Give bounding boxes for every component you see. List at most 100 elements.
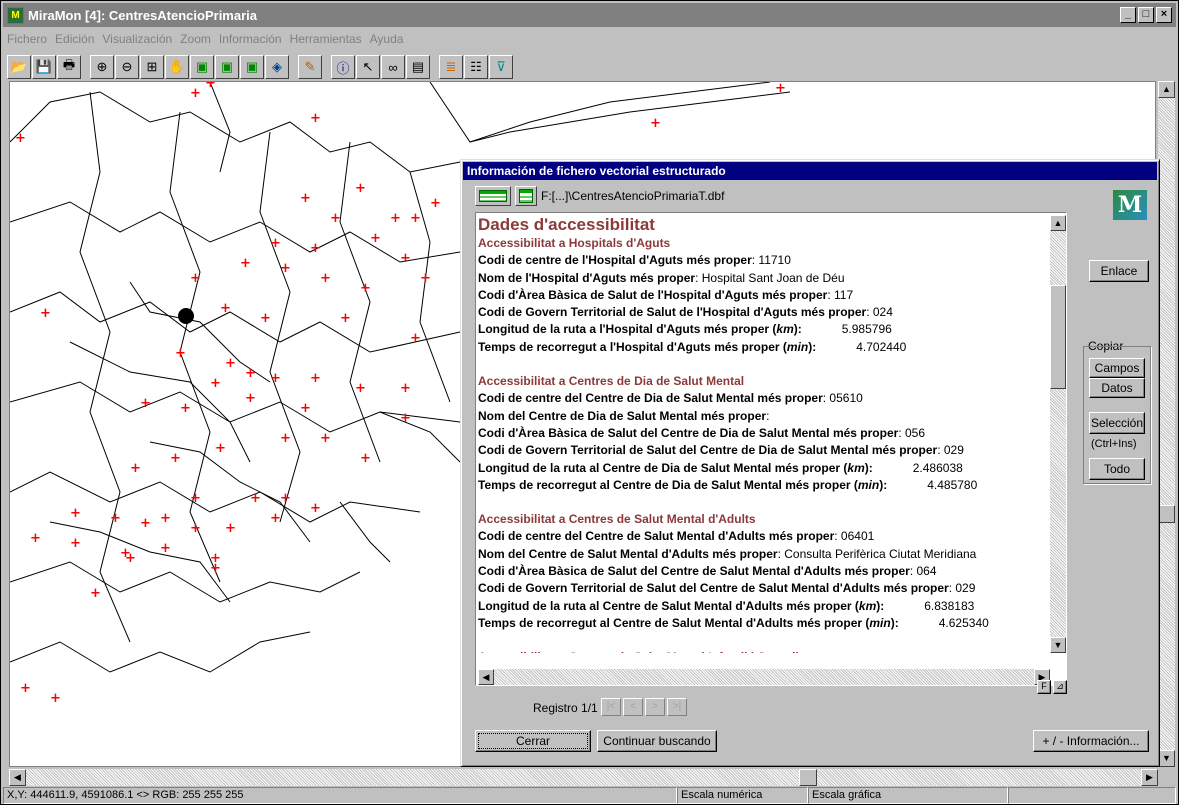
health-centre-marker[interactable]: + bbox=[125, 551, 136, 566]
open-icon[interactable]: 📂 bbox=[7, 55, 31, 79]
info-text-pane[interactable]: Dades d'accessibilitat Accessibilitat a H… bbox=[475, 212, 1067, 686]
close-button[interactable]: × bbox=[1156, 7, 1172, 23]
seleccion-button[interactable]: Selección bbox=[1089, 412, 1145, 434]
cerrar-button[interactable]: Cerrar bbox=[475, 730, 591, 752]
health-centre-marker[interactable]: + bbox=[340, 311, 351, 326]
health-centre-marker[interactable]: + bbox=[160, 511, 171, 526]
zoom-in-icon[interactable]: ⊕ bbox=[90, 55, 114, 79]
view-3-icon[interactable]: ▣ bbox=[240, 55, 264, 79]
info-vertical-scrollbar[interactable]: ▲ ▼ bbox=[1050, 215, 1066, 653]
health-centre-marker[interactable]: + bbox=[20, 681, 31, 696]
health-centre-marker[interactable]: + bbox=[310, 371, 321, 386]
info-scroll-thumb[interactable] bbox=[1050, 285, 1066, 389]
scroll-right-icon[interactable]: ▶ bbox=[1141, 769, 1158, 786]
health-centre-marker[interactable]: + bbox=[240, 256, 251, 271]
menu-ayuda[interactable]: Ayuda bbox=[366, 32, 408, 46]
health-centre-marker[interactable]: + bbox=[90, 586, 101, 601]
health-centre-marker[interactable]: + bbox=[270, 511, 281, 526]
health-centre-marker[interactable]: + bbox=[180, 401, 191, 416]
chart-icon[interactable]: ▤ bbox=[406, 55, 430, 79]
menu-herramientas[interactable]: Herramientas bbox=[286, 32, 366, 46]
health-centre-marker[interactable]: + bbox=[355, 381, 366, 396]
health-centre-marker[interactable]: + bbox=[15, 131, 26, 146]
health-centre-marker[interactable]: + bbox=[310, 501, 321, 516]
health-centre-marker[interactable]: + bbox=[360, 281, 371, 296]
scroll-up-icon[interactable]: ▲ bbox=[1158, 81, 1175, 98]
pan-icon[interactable]: ✋ bbox=[165, 55, 189, 79]
menu-informacion[interactable]: Información bbox=[215, 32, 286, 46]
health-centre-marker[interactable]: + bbox=[210, 376, 221, 391]
health-centre-marker[interactable]: + bbox=[420, 271, 431, 286]
selected-point[interactable] bbox=[178, 308, 194, 324]
health-centre-marker[interactable]: + bbox=[245, 391, 256, 406]
print-icon[interactable]: 🖶 bbox=[57, 55, 81, 79]
datos-button[interactable]: Datos bbox=[1089, 378, 1145, 398]
health-centre-marker[interactable]: + bbox=[220, 301, 231, 316]
health-centre-marker[interactable]: + bbox=[130, 461, 141, 476]
health-centre-marker[interactable]: + bbox=[300, 191, 311, 206]
health-centre-marker[interactable]: + bbox=[140, 516, 151, 531]
health-centre-marker[interactable]: + bbox=[320, 271, 331, 286]
zoom-out-icon[interactable]: ⊖ bbox=[115, 55, 139, 79]
health-centre-marker[interactable]: + bbox=[310, 241, 321, 256]
health-centre-marker[interactable]: + bbox=[70, 506, 81, 521]
pointer-icon[interactable]: ↖ bbox=[356, 55, 380, 79]
health-centre-marker[interactable]: + bbox=[250, 491, 261, 506]
health-centre-marker[interactable]: + bbox=[330, 211, 341, 226]
view-2-icon[interactable]: ▣ bbox=[215, 55, 239, 79]
scroll-left-icon[interactable]: ◀ bbox=[9, 769, 26, 786]
save-icon[interactable]: 💾 bbox=[32, 55, 56, 79]
health-centre-marker[interactable]: + bbox=[245, 366, 256, 381]
layers-icon[interactable]: ≣ bbox=[439, 55, 463, 79]
health-centre-marker[interactable]: + bbox=[190, 491, 201, 506]
health-centre-marker[interactable]: + bbox=[430, 196, 441, 211]
health-centre-marker[interactable]: + bbox=[140, 396, 151, 411]
health-centre-marker[interactable]: + bbox=[50, 691, 61, 706]
menu-edicion[interactable]: Edición bbox=[51, 32, 98, 46]
health-centre-marker[interactable]: + bbox=[400, 411, 411, 426]
health-centre-marker[interactable]: + bbox=[320, 431, 331, 446]
health-centre-marker[interactable]: + bbox=[410, 211, 421, 226]
health-centre-marker[interactable]: + bbox=[40, 306, 51, 321]
info-scroll-up-icon[interactable]: ▲ bbox=[1050, 215, 1066, 231]
info-scroll-down-icon[interactable]: ▼ bbox=[1050, 637, 1066, 653]
view-4-icon[interactable]: ◈ bbox=[265, 55, 289, 79]
zoom-window-icon[interactable]: ⊞ bbox=[140, 55, 164, 79]
enlace-button[interactable]: Enlace bbox=[1089, 260, 1149, 282]
health-centre-marker[interactable]: + bbox=[650, 116, 661, 131]
health-centre-marker[interactable]: + bbox=[190, 86, 201, 101]
info-scroll-left-icon[interactable]: ◀ bbox=[478, 669, 494, 685]
health-centre-marker[interactable]: + bbox=[310, 111, 321, 126]
info-horizontal-scrollbar[interactable]: ◀ ▶ bbox=[478, 669, 1050, 685]
health-centre-marker[interactable]: + bbox=[215, 441, 226, 456]
dbf-file-icon[interactable] bbox=[515, 186, 537, 206]
health-centre-marker[interactable]: + bbox=[400, 381, 411, 396]
map-vertical-scrollbar[interactable]: ▲ ▼ bbox=[1158, 81, 1175, 767]
resize-grip-icon[interactable]: ⊿ bbox=[1053, 680, 1067, 694]
health-centre-marker[interactable]: + bbox=[170, 451, 181, 466]
health-centre-marker[interactable]: + bbox=[225, 356, 236, 371]
health-centre-marker[interactable]: + bbox=[30, 531, 41, 546]
view-1-icon[interactable]: ▣ bbox=[190, 55, 214, 79]
font-size-icon[interactable]: F bbox=[1037, 680, 1051, 694]
health-centre-marker[interactable]: + bbox=[355, 181, 366, 196]
binoculars-icon[interactable]: ∞ bbox=[381, 55, 405, 79]
info-icon[interactable]: ⓘ bbox=[331, 55, 355, 79]
scroll-down-icon[interactable]: ▼ bbox=[1158, 750, 1175, 767]
health-centre-marker[interactable]: + bbox=[270, 371, 281, 386]
health-centre-marker[interactable]: + bbox=[210, 561, 221, 576]
first-record-button[interactable]: |< bbox=[601, 698, 621, 716]
last-record-button[interactable]: >| bbox=[667, 698, 687, 716]
health-centre-marker[interactable]: + bbox=[225, 521, 236, 536]
legend-icon[interactable]: ☷ bbox=[464, 55, 488, 79]
hscroll-thumb[interactable] bbox=[799, 769, 817, 786]
health-centre-marker[interactable]: + bbox=[370, 231, 381, 246]
brush-icon[interactable]: ✎ bbox=[298, 55, 322, 79]
health-centre-marker[interactable]: + bbox=[190, 521, 201, 536]
health-centre-marker[interactable]: + bbox=[390, 211, 401, 226]
menu-visualizacion[interactable]: Visualización bbox=[98, 32, 176, 46]
health-centre-marker[interactable]: + bbox=[190, 271, 201, 286]
map-horizontal-scrollbar[interactable]: ◀ ▶ bbox=[9, 769, 1158, 786]
health-centre-marker[interactable]: + bbox=[280, 261, 291, 276]
menu-zoom[interactable]: Zoom bbox=[176, 32, 215, 46]
